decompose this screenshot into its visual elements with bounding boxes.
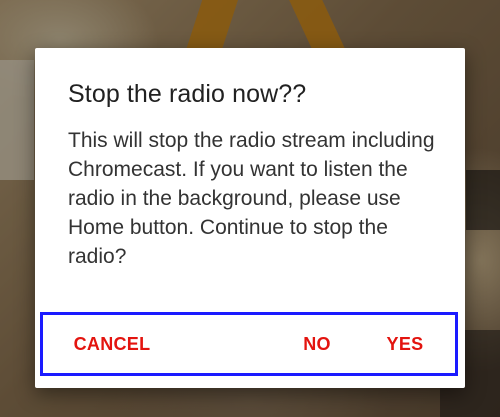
no-button[interactable]: NO [295,315,339,373]
dialog-title: Stop the radio now?? [68,80,307,108]
dialog-button-bar: CANCEL NO YES [40,312,458,376]
stop-radio-dialog: Stop the radio now?? This will stop the … [35,48,465,388]
dialog-message: This will stop the radio stream includin… [68,129,435,268]
yes-button[interactable]: YES [379,315,431,373]
cancel-button[interactable]: CANCEL [67,315,157,373]
